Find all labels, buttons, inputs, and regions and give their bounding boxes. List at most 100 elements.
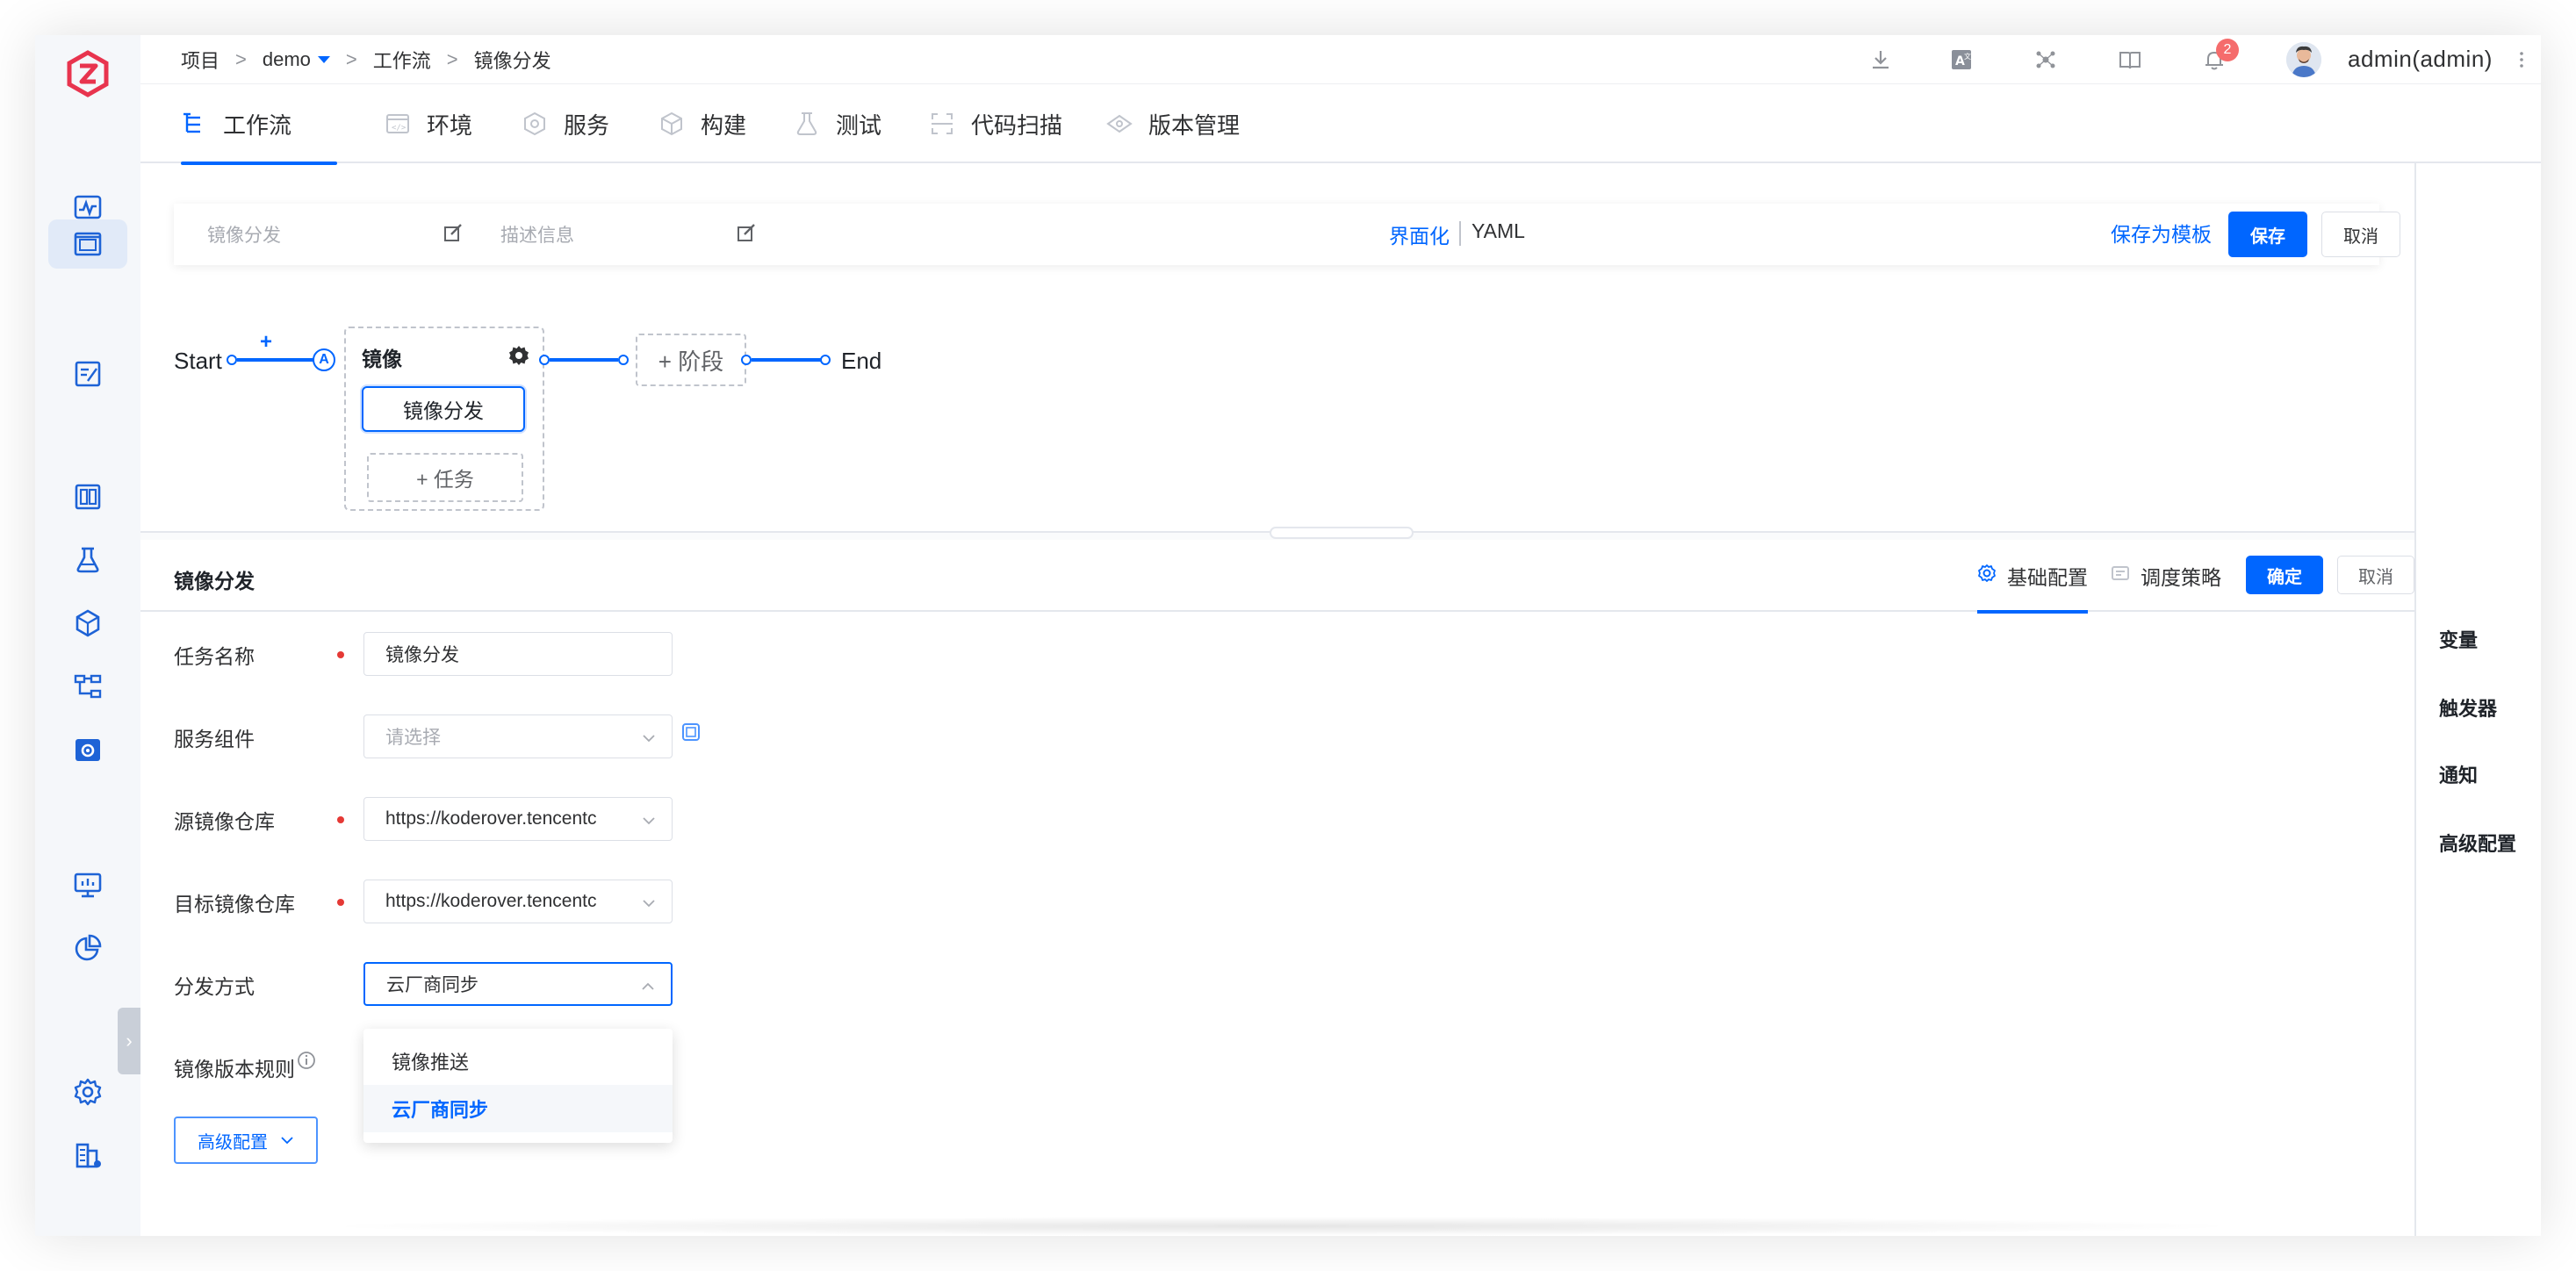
- flow-connector-dot: [618, 355, 629, 365]
- tab-build[interactable]: 构建: [658, 84, 746, 163]
- service-helper-icon[interactable]: [681, 722, 701, 742]
- sidebar-release-icon[interactable]: [63, 349, 112, 399]
- left-sidebar: ›: [35, 35, 140, 1236]
- breadcrumb-workflow[interactable]: 工作流: [373, 46, 431, 74]
- target-registry-value: https://koderover.tencentc: [385, 891, 597, 911]
- workflow-settings-panel: 变量 触发器 通知 高级配置: [2414, 163, 2541, 1236]
- tab-version[interactable]: 版本管理: [1106, 84, 1240, 163]
- svg-text:</>: </>: [392, 124, 407, 133]
- source-registry-value: https://koderover.tencentc: [385, 808, 597, 829]
- more-vertical-icon[interactable]: [2508, 46, 2536, 74]
- environment-icon: </>: [386, 114, 409, 133]
- tab-test[interactable]: 测试: [794, 84, 881, 163]
- workflow-description-input[interactable]: 描述信息: [500, 221, 574, 248]
- tab-basic-config-label: 基础配置: [2007, 566, 2088, 589]
- flow-end-label: End: [841, 348, 882, 374]
- mode-yaml-toggle[interactable]: YAML: [1471, 219, 1525, 243]
- sidebar-test-icon[interactable]: [63, 535, 112, 585]
- docs-icon[interactable]: [2116, 46, 2144, 74]
- user-name[interactable]: admin(admin): [2348, 46, 2493, 73]
- service-component-label: 服务组件: [174, 728, 255, 750]
- breadcrumb-project[interactable]: 项目: [181, 46, 219, 74]
- target-registry-select[interactable]: https://koderover.tencentc: [363, 880, 673, 923]
- breadcrumb-project-name[interactable]: demo: [263, 48, 311, 71]
- tab-environment-label: 环境: [427, 111, 473, 139]
- schedule-icon: [2112, 566, 2129, 580]
- tab-code-scan[interactable]: 代码扫描: [929, 84, 1062, 163]
- cancel-button[interactable]: 取消: [2321, 212, 2400, 257]
- panel-item-notifications[interactable]: 通知: [2439, 760, 2478, 788]
- tab-code-scan-label: 代码扫描: [971, 111, 1063, 139]
- service-component-select[interactable]: 请选择: [363, 714, 673, 758]
- tab-workflow-label: 工作流: [223, 111, 292, 139]
- save-button[interactable]: 保存: [2228, 212, 2307, 257]
- sidebar-plugin-icon[interactable]: [63, 725, 112, 774]
- sidebar-pipeline-icon[interactable]: [63, 662, 112, 711]
- download-icon[interactable]: [1867, 46, 1895, 74]
- language-icon[interactable]: A文: [1947, 46, 1975, 74]
- resize-handle[interactable]: [1270, 527, 1414, 539]
- tab-version-label: 版本管理: [1148, 111, 1241, 139]
- distribution-method-dropdown: 镜像推送 云厂商同步: [363, 1029, 673, 1143]
- distribution-method-select[interactable]: 云厂商同步: [363, 962, 673, 1006]
- zadig-logo-icon[interactable]: [63, 49, 112, 98]
- version-icon: [1106, 114, 1133, 133]
- mode-ui-toggle[interactable]: 界面化: [1389, 219, 1450, 249]
- confirm-button[interactable]: 确定: [2246, 556, 2323, 594]
- user-avatar[interactable]: [2286, 42, 2321, 77]
- info-icon[interactable]: [297, 1051, 316, 1070]
- tab-schedule-policy[interactable]: 调度策略: [2111, 561, 2221, 610]
- task-cancel-button[interactable]: 取消: [2337, 556, 2414, 594]
- task-config-title: 镜像分发: [174, 570, 255, 592]
- edit-name-icon[interactable]: [443, 223, 464, 244]
- caret-down-icon[interactable]: [317, 56, 330, 63]
- sidebar-expand-handle[interactable]: ›: [118, 1008, 140, 1074]
- panel-item-triggers[interactable]: 触发器: [2439, 693, 2497, 722]
- chevron-down-icon: [281, 1137, 293, 1145]
- settings-icon: [1978, 564, 1996, 582]
- breadcrumb-separator: >: [345, 48, 357, 70]
- panel-item-variables[interactable]: 变量: [2439, 625, 2478, 653]
- flow-start-label: Start: [174, 348, 222, 374]
- advanced-config-button[interactable]: 高级配置: [174, 1117, 318, 1164]
- tab-workflow[interactable]: 工作流: [181, 84, 337, 165]
- add-stage-button[interactable]: + 阶段: [636, 334, 746, 386]
- tab-service[interactable]: 服务: [522, 84, 609, 163]
- sidebar-monitor-icon[interactable]: [63, 860, 112, 909]
- flow-line: [550, 358, 618, 362]
- sidebar-statistics-icon[interactable]: [63, 923, 112, 973]
- approval-marker[interactable]: A: [313, 348, 335, 371]
- chevron-down-icon: [643, 817, 655, 825]
- notification-bell-icon[interactable]: 2: [2200, 39, 2239, 74]
- required-marker: [337, 651, 344, 658]
- svg-text:文: 文: [1964, 52, 1971, 61]
- task-card-button[interactable]: 镜像分发: [362, 386, 525, 432]
- required-marker: [337, 899, 344, 906]
- sidebar-settings-icon[interactable]: [63, 1067, 112, 1117]
- sidebar-artifact-icon[interactable]: [63, 599, 112, 648]
- add-stage-before-button[interactable]: +: [260, 330, 272, 355]
- chevron-right-icon: ›: [126, 1030, 133, 1052]
- sidebar-projects-icon[interactable]: [48, 219, 127, 269]
- required-marker: [337, 816, 344, 823]
- cluster-icon[interactable]: [2032, 46, 2060, 74]
- workflow-name-input[interactable]: 镜像分发: [207, 221, 281, 248]
- add-task-button[interactable]: + 任务: [367, 453, 523, 502]
- breadcrumb-separator: >: [446, 48, 458, 70]
- dropdown-option-image-push[interactable]: 镜像推送: [363, 1038, 673, 1085]
- build-icon: [661, 111, 682, 136]
- task-name-input[interactable]: 镜像分发: [363, 632, 673, 676]
- sidebar-build-icon[interactable]: [63, 472, 112, 521]
- chevron-down-icon: [643, 735, 655, 743]
- source-registry-select[interactable]: https://koderover.tencentc: [363, 797, 673, 841]
- dropdown-option-cloud-sync[interactable]: 云厂商同步: [363, 1085, 673, 1132]
- source-registry-label: 源镜像仓库: [174, 810, 275, 833]
- edit-description-icon[interactable]: [736, 223, 757, 244]
- save-as-template-button[interactable]: 保存为模板: [2111, 218, 2212, 248]
- gear-icon[interactable]: [507, 344, 530, 367]
- sidebar-enterprise-icon[interactable]: [63, 1131, 112, 1180]
- tab-environment[interactable]: </> 环境: [385, 84, 472, 163]
- image-version-rule-label: 镜像版本规则: [174, 1058, 295, 1081]
- panel-item-advanced[interactable]: 高级配置: [2439, 829, 2516, 857]
- tab-basic-config[interactable]: 基础配置: [1977, 561, 2088, 614]
